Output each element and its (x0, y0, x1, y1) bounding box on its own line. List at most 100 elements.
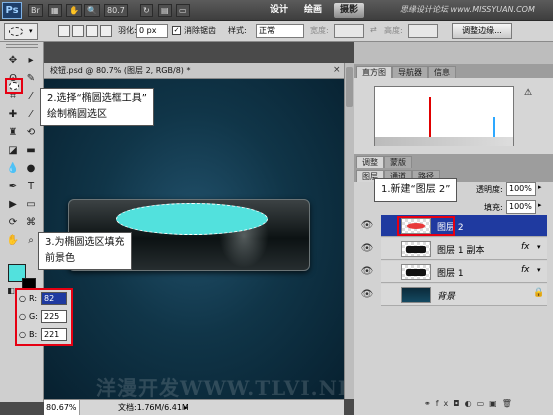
width-input[interactable] (334, 24, 364, 38)
histogram-tabbar: 直方图 导航器 信息 (354, 64, 553, 78)
height-label: 高度: (384, 26, 403, 35)
zoom-icon[interactable]: 🔍 (84, 4, 100, 17)
trash-icon[interactable]: 🗑 (502, 399, 517, 408)
ellipse-marquee-tool[interactable] (5, 78, 23, 94)
zoom-level[interactable]: 80.7 (104, 4, 128, 17)
antialias-checkbox[interactable]: ✓ (172, 26, 181, 35)
screen-mode-icon[interactable]: ▭ (176, 4, 190, 17)
blur-tool-icon[interactable]: 💧 (6, 162, 20, 175)
tool-preset-picker[interactable]: ▾ (4, 23, 38, 40)
b-radio-icon[interactable]: ○ (19, 330, 26, 339)
new-selection-icon[interactable] (58, 25, 70, 37)
b-input[interactable]: 221 (41, 328, 67, 341)
hand-tool-icon[interactable]: ✋ (6, 234, 20, 247)
grid-icon[interactable]: ▤ (158, 4, 172, 17)
photoshop-logo: Ps (2, 2, 22, 19)
quick-select-icon[interactable]: ✎ (24, 72, 38, 85)
move-tool-icon[interactable]: ✥ (6, 54, 20, 67)
healing-brush-icon[interactable]: ✚ (6, 108, 20, 121)
layer-visibility-eye-icon[interactable]: 👁 (356, 261, 378, 283)
g-input[interactable]: 225 (41, 310, 67, 323)
fx-icon[interactable]: fx (521, 242, 530, 252)
mask-icon[interactable]: ◘ (453, 399, 464, 408)
zoom-field[interactable]: 80.67% (44, 400, 80, 415)
fill-arrow-icon[interactable]: ▸ (538, 201, 542, 209)
workspace-painting[interactable]: 绘画 (298, 3, 328, 18)
hand-icon[interactable]: ✋ (66, 4, 82, 17)
fill-input[interactable]: 100% (506, 200, 536, 214)
group-icon[interactable]: ▭ (477, 399, 490, 408)
new-layer-icon[interactable]: ▣ (489, 399, 502, 408)
layer-visibility-eye-icon[interactable]: 👁 (356, 284, 378, 306)
expand-arrow-icon[interactable]: ▾ (537, 266, 541, 274)
g-label: G: (29, 312, 38, 321)
eyedropper-icon[interactable]: ⁄ (24, 90, 38, 103)
close-tab-icon[interactable]: × (333, 65, 341, 75)
layer-name[interactable]: 图层 1 (437, 266, 464, 279)
tab-histogram[interactable]: 直方图 (356, 66, 392, 78)
height-input[interactable] (408, 24, 438, 38)
opacity-input[interactable]: 100% (506, 182, 536, 196)
3d-camera-icon[interactable]: ⌘ (24, 216, 38, 229)
layer-visibility-eye-icon[interactable]: 👁 (356, 215, 378, 237)
workspace-photography[interactable]: 摄影 (334, 3, 365, 18)
ellipse-selection[interactable] (116, 203, 268, 235)
callout-step3: 3.为椭圆选区填充 前景色 (38, 232, 132, 270)
zoom-tool-icon[interactable]: ⌕ (24, 234, 38, 247)
workspace-design[interactable]: 设计 (264, 3, 294, 18)
dropdown-arrow-icon: ▾ (29, 27, 33, 35)
forum-watermark: 思缘设计论坛 www.MISSYUAN.COM (400, 5, 535, 14)
3d-rotate-icon[interactable]: ⟳ (6, 216, 20, 229)
layer-row-layer1[interactable]: 图层 1 fx ▾ (381, 261, 547, 283)
tab-navigator[interactable]: 导航器 (392, 66, 428, 78)
fx-icon[interactable]: fx (521, 265, 530, 275)
shape-tool-icon[interactable]: ▭ (24, 198, 38, 211)
panel-grip[interactable] (6, 44, 38, 48)
scroll-thumb[interactable] (346, 67, 353, 107)
layer-name[interactable]: 背景 (437, 289, 455, 302)
type-tool-icon[interactable]: T (24, 180, 38, 193)
tab-adjustments[interactable]: 调整 (356, 156, 384, 168)
refine-edge-button[interactable]: 调整边缘... (452, 23, 512, 39)
vertical-scrollbar[interactable] (344, 63, 354, 399)
document-tab[interactable]: 校钮.psd @ 80.7% (图层 2, RGB/8) * (44, 63, 344, 79)
history-brush-icon[interactable]: ⟲ (24, 126, 38, 139)
callout-step3-line1: 3.为椭圆选区填充 (45, 237, 125, 248)
layer-row-layer1-copy[interactable]: 图层 1 副本 fx ▾ (381, 238, 547, 260)
gradient-tool-icon[interactable]: ▬ (24, 144, 38, 157)
intersect-selection-icon[interactable] (100, 25, 112, 37)
histogram-refresh-icon[interactable]: ⚠ (524, 88, 532, 98)
document-info[interactable]: 文档:1.76M/6.41M (118, 400, 189, 415)
link-layers-icon[interactable]: ⚭ (424, 399, 436, 408)
opacity-arrow-icon[interactable]: ▸ (538, 183, 542, 191)
tab-info[interactable]: 信息 (428, 66, 456, 78)
r-radio-icon[interactable]: ○ (19, 294, 26, 303)
add-selection-icon[interactable] (72, 25, 84, 37)
eraser-icon[interactable]: ◪ (6, 144, 20, 157)
style-select[interactable]: 正常 (256, 24, 304, 38)
bridge-button[interactable]: Br (28, 4, 43, 17)
status-menu-arrow-icon[interactable]: ▸ (184, 400, 188, 415)
brush-tool-icon[interactable]: ⁄ (24, 108, 38, 121)
feather-input[interactable]: 0 px (136, 24, 168, 38)
ellipse-marquee-icon (9, 27, 23, 36)
layer-row-background[interactable]: 背景 🔒 (381, 284, 547, 306)
tab-masks[interactable]: 蒙版 (384, 156, 412, 168)
fx-icon[interactable]: fx (436, 399, 454, 408)
pen-tool-icon[interactable]: ✒ (6, 180, 20, 193)
dodge-tool-icon[interactable]: ● (24, 162, 38, 175)
subtract-selection-icon[interactable] (86, 25, 98, 37)
layer-name[interactable]: 图层 1 副本 (437, 243, 484, 256)
g-radio-icon[interactable]: ○ (19, 312, 26, 321)
swap-icon[interactable]: ⇄ (370, 25, 377, 34)
adjustment-icon[interactable]: ◐ (465, 399, 477, 408)
layer-visibility-eye-icon[interactable]: 👁 (356, 238, 378, 260)
r-input[interactable]: 82 (41, 292, 67, 305)
arrange-icon[interactable]: ▦ (48, 4, 62, 17)
arrow-icon[interactable]: ▸ (24, 54, 38, 67)
clone-stamp-icon[interactable]: ♜ (6, 126, 20, 139)
path-select-icon[interactable]: ▶ (6, 198, 20, 211)
layer-thumb-shape (406, 269, 426, 276)
rotate-icon[interactable]: ↻ (140, 4, 153, 17)
expand-arrow-icon[interactable]: ▾ (537, 243, 541, 251)
